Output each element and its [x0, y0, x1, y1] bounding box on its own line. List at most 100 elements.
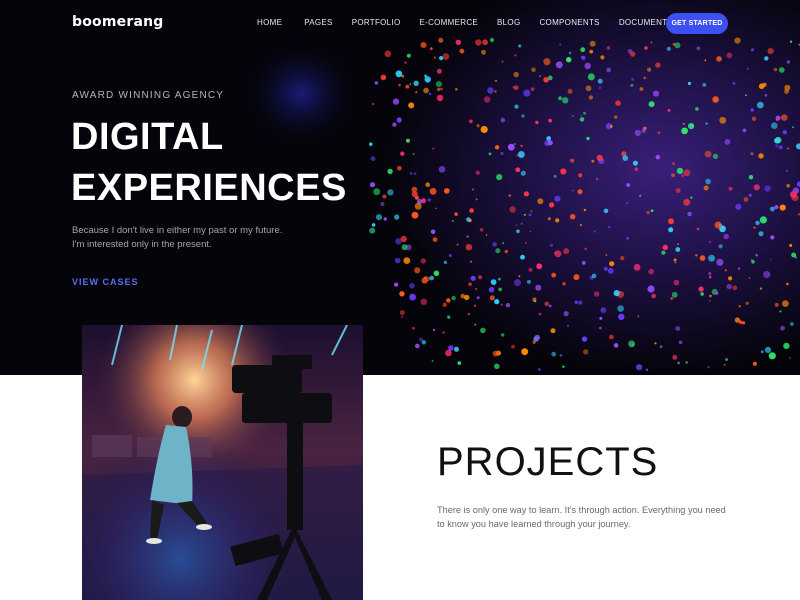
brand-logo[interactable]: boomerang — [72, 14, 163, 30]
neon-speckle — [413, 172, 417, 176]
neon-speckle — [500, 303, 503, 306]
neon-speckle — [714, 221, 722, 229]
nav-item-ecommerce[interactable]: E-COMMERCE — [419, 18, 478, 27]
neon-speckle — [537, 368, 541, 371]
neon-speckle — [547, 140, 553, 146]
neon-speckle — [442, 302, 447, 307]
neon-speckle — [405, 84, 410, 89]
nav-item-components[interactable]: COMPONENTS — [539, 18, 599, 27]
neon-speckle — [513, 143, 516, 145]
neon-speckle — [394, 214, 400, 220]
neon-speckle — [465, 243, 473, 251]
neon-speckle — [789, 244, 793, 247]
neon-speckle — [688, 125, 691, 129]
neon-speckle — [583, 349, 589, 355]
neon-speckle — [442, 331, 445, 334]
neon-speckle — [770, 206, 775, 212]
neon-speckle — [536, 263, 543, 270]
neon-speckle — [403, 257, 411, 264]
neon-speckle — [606, 46, 611, 50]
neon-speckle — [630, 83, 634, 87]
neon-speckle — [566, 57, 572, 63]
neon-speckle — [786, 60, 791, 64]
neon-speckle — [690, 196, 693, 199]
neon-speckle — [482, 39, 488, 46]
neon-speckle — [433, 270, 440, 277]
neon-speckle — [397, 165, 402, 171]
neon-speckle — [708, 240, 712, 243]
neon-speckle — [783, 342, 790, 350]
get-started-button[interactable]: GET STARTED — [666, 13, 728, 34]
neon-speckle — [451, 220, 454, 222]
neon-speckle — [742, 128, 747, 133]
neon-speckle — [475, 39, 482, 46]
neon-speckle — [394, 282, 399, 287]
neon-speckle — [650, 209, 654, 212]
neon-speckle — [396, 117, 402, 123]
neon-speckle — [554, 195, 561, 202]
neon-speckle — [728, 276, 733, 281]
nav-item-blog[interactable]: BLOG — [497, 18, 520, 27]
neon-speckle — [429, 47, 433, 51]
neon-speckle — [431, 359, 434, 362]
neon-speckle — [478, 275, 483, 280]
neon-speckle — [675, 188, 681, 193]
neon-speckle — [593, 230, 596, 233]
neon-speckle — [677, 243, 679, 246]
nav-item-pages[interactable]: PAGES — [304, 18, 332, 27]
neon-speckle — [374, 81, 378, 85]
neon-speckle — [626, 202, 629, 205]
neon-speckle — [738, 305, 741, 308]
neon-speckle — [613, 290, 620, 297]
neon-speckle — [668, 227, 674, 233]
neon-speckle — [700, 292, 704, 296]
neon-speckle — [583, 111, 587, 115]
neon-speckle — [432, 147, 435, 150]
neon-speckle — [755, 220, 760, 226]
neon-speckle — [406, 53, 411, 58]
nav-item-home[interactable]: HOME — [257, 18, 282, 27]
neon-speckle — [559, 43, 562, 46]
neon-speckle — [764, 346, 772, 353]
neon-speckle — [521, 114, 525, 118]
neon-speckle — [723, 233, 729, 240]
neon-speckle — [469, 208, 474, 213]
neon-speckle — [681, 127, 688, 135]
neon-speckle — [496, 174, 503, 181]
neon-speckle — [655, 62, 661, 68]
neon-speckle — [394, 257, 401, 264]
neon-speckle — [369, 142, 373, 146]
neon-speckle — [726, 283, 732, 290]
neon-speckle — [419, 337, 423, 342]
neon-speckle — [589, 40, 596, 47]
neon-speckle — [424, 276, 427, 279]
neon-speckle — [578, 173, 583, 178]
neon-speckle — [420, 258, 426, 264]
neon-speckle — [600, 55, 605, 60]
neon-speckle — [778, 67, 785, 73]
neon-speckle — [748, 175, 754, 180]
main-nav: HOME PAGES PORTFOLIO E-COMMERCE BLOG COM… — [257, 18, 692, 27]
neon-speckle — [456, 243, 459, 246]
hero-eyebrow: AWARD WINNING AGENCY — [72, 90, 225, 101]
neon-speckle — [548, 118, 552, 123]
view-cases-link[interactable]: VIEW CASES — [72, 277, 139, 287]
neon-speckle — [554, 252, 557, 255]
neon-speckle — [630, 51, 636, 57]
neon-speckle — [790, 322, 794, 326]
neon-speckle — [539, 75, 541, 77]
neon-speckle — [593, 291, 600, 297]
neon-speckle — [704, 59, 707, 62]
neon-speckle — [432, 237, 438, 243]
neon-speckle — [746, 67, 749, 70]
neon-speckle — [781, 114, 788, 121]
neon-speckle — [782, 300, 789, 307]
neon-speckle — [404, 61, 407, 64]
nav-item-portfolio[interactable]: PORTFOLIO — [352, 18, 401, 27]
neon-speckle — [584, 62, 591, 70]
neon-speckle — [476, 124, 480, 128]
neon-speckle — [591, 159, 595, 163]
neon-speckle — [672, 162, 675, 166]
neon-speckle — [551, 351, 557, 357]
neon-speckle — [472, 188, 475, 191]
